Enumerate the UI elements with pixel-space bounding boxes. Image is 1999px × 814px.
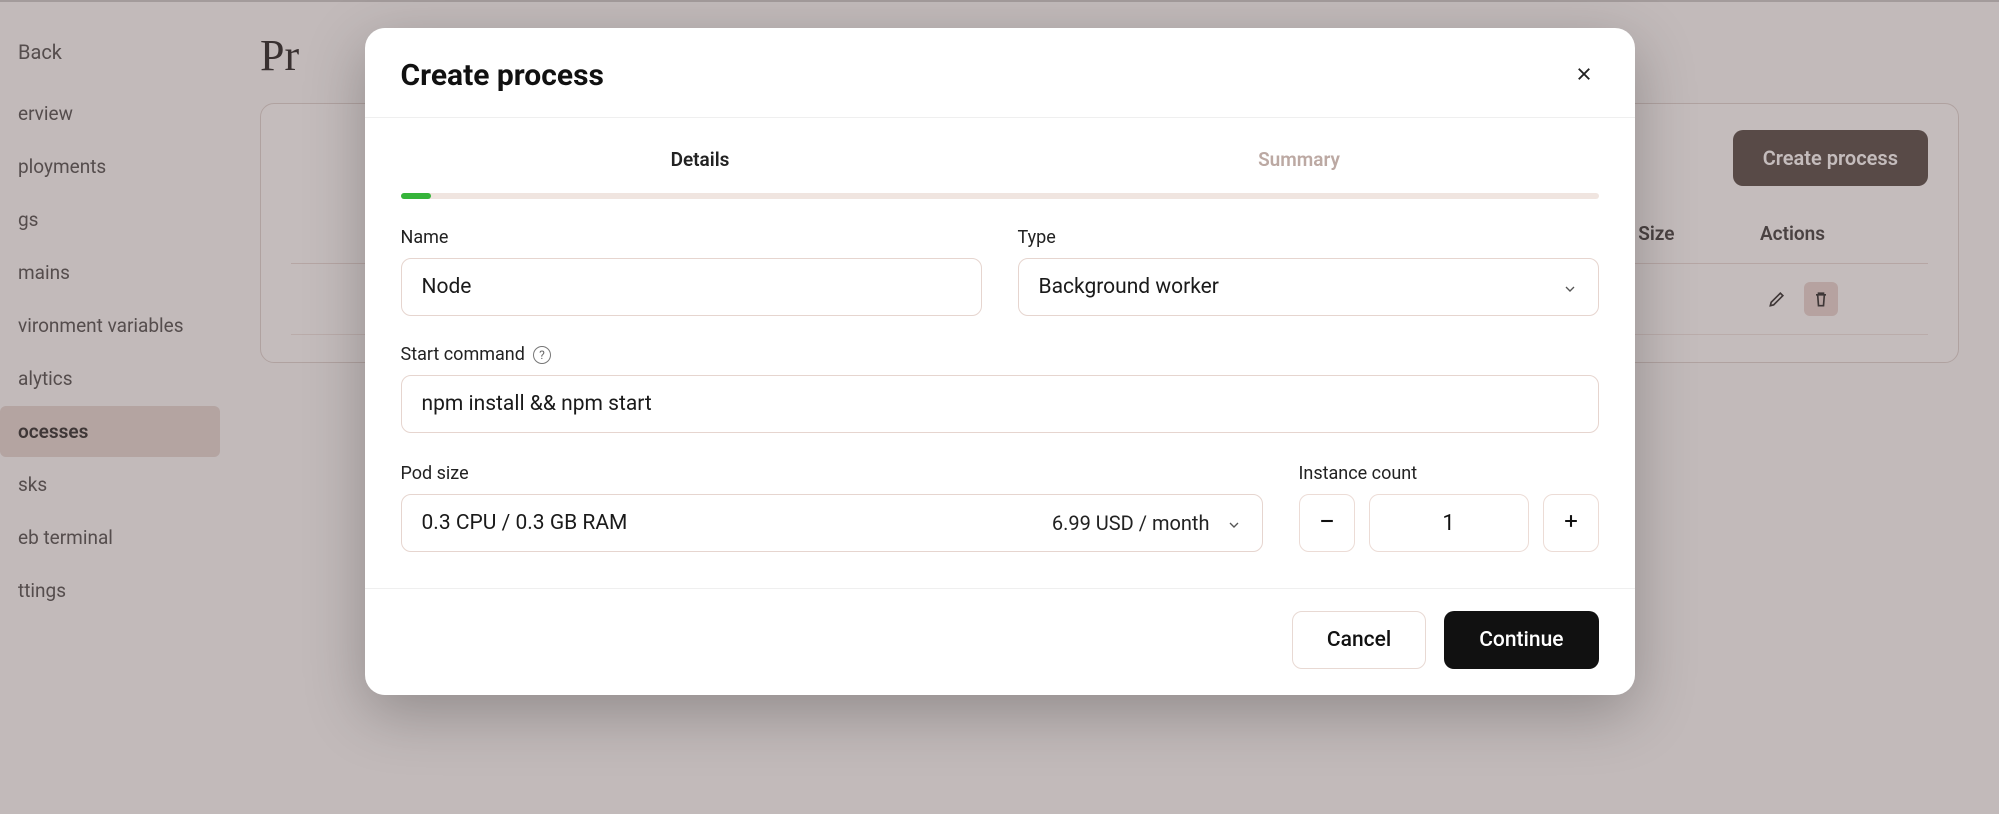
instance-count-label: Instance count [1299,463,1599,484]
wizard-tabs: Details Summary [401,140,1599,185]
start-command-group: Start command ? [401,344,1599,433]
help-icon[interactable]: ? [533,346,551,364]
pod-size-group: Pod size 0.3 CPU / 0.3 GB RAM 6.99 USD /… [401,463,1263,552]
instance-counter [1299,494,1599,552]
pod-size-spec: 0.3 CPU / 0.3 GB RAM [422,511,628,535]
name-group: Name [401,227,982,316]
chevron-down-icon [1562,279,1578,295]
pod-size-price: 6.99 USD / month [1052,511,1210,535]
create-process-modal: Create process Details Summary Name Type [365,28,1635,695]
wizard-progress [401,193,1599,199]
plus-icon [1561,511,1581,535]
continue-button[interactable]: Continue [1444,611,1598,669]
decrement-button[interactable] [1299,494,1355,552]
pod-size-select[interactable]: 0.3 CPU / 0.3 GB RAM 6.99 USD / month [401,494,1263,552]
cancel-button[interactable]: Cancel [1292,611,1426,669]
modal-footer: Cancel Continue [365,588,1635,695]
type-selected-value: Background worker [1039,275,1219,299]
name-label: Name [401,227,982,248]
modal-header: Create process [365,28,1635,118]
tab-details[interactable]: Details [401,140,1000,185]
start-command-input[interactable] [401,375,1599,433]
type-select[interactable]: Background worker [1018,258,1599,316]
tab-summary[interactable]: Summary [1000,140,1599,185]
wizard-progress-fill [401,193,431,199]
type-label: Type [1018,227,1599,248]
name-input[interactable] [401,258,982,316]
chevron-down-icon [1226,515,1242,531]
close-button[interactable] [1569,61,1599,91]
instance-count-group: Instance count [1299,463,1599,552]
instance-count-input[interactable] [1369,494,1529,552]
modal-title: Create process [401,58,604,93]
pod-size-label: Pod size [401,463,1263,484]
modal-body: Details Summary Name Type Background wor… [365,118,1635,588]
increment-button[interactable] [1543,494,1599,552]
start-command-label-text: Start command [401,344,525,365]
minus-icon [1317,511,1337,535]
start-command-label: Start command ? [401,344,1599,365]
close-icon [1575,65,1593,87]
type-group: Type Background worker [1018,227,1599,316]
